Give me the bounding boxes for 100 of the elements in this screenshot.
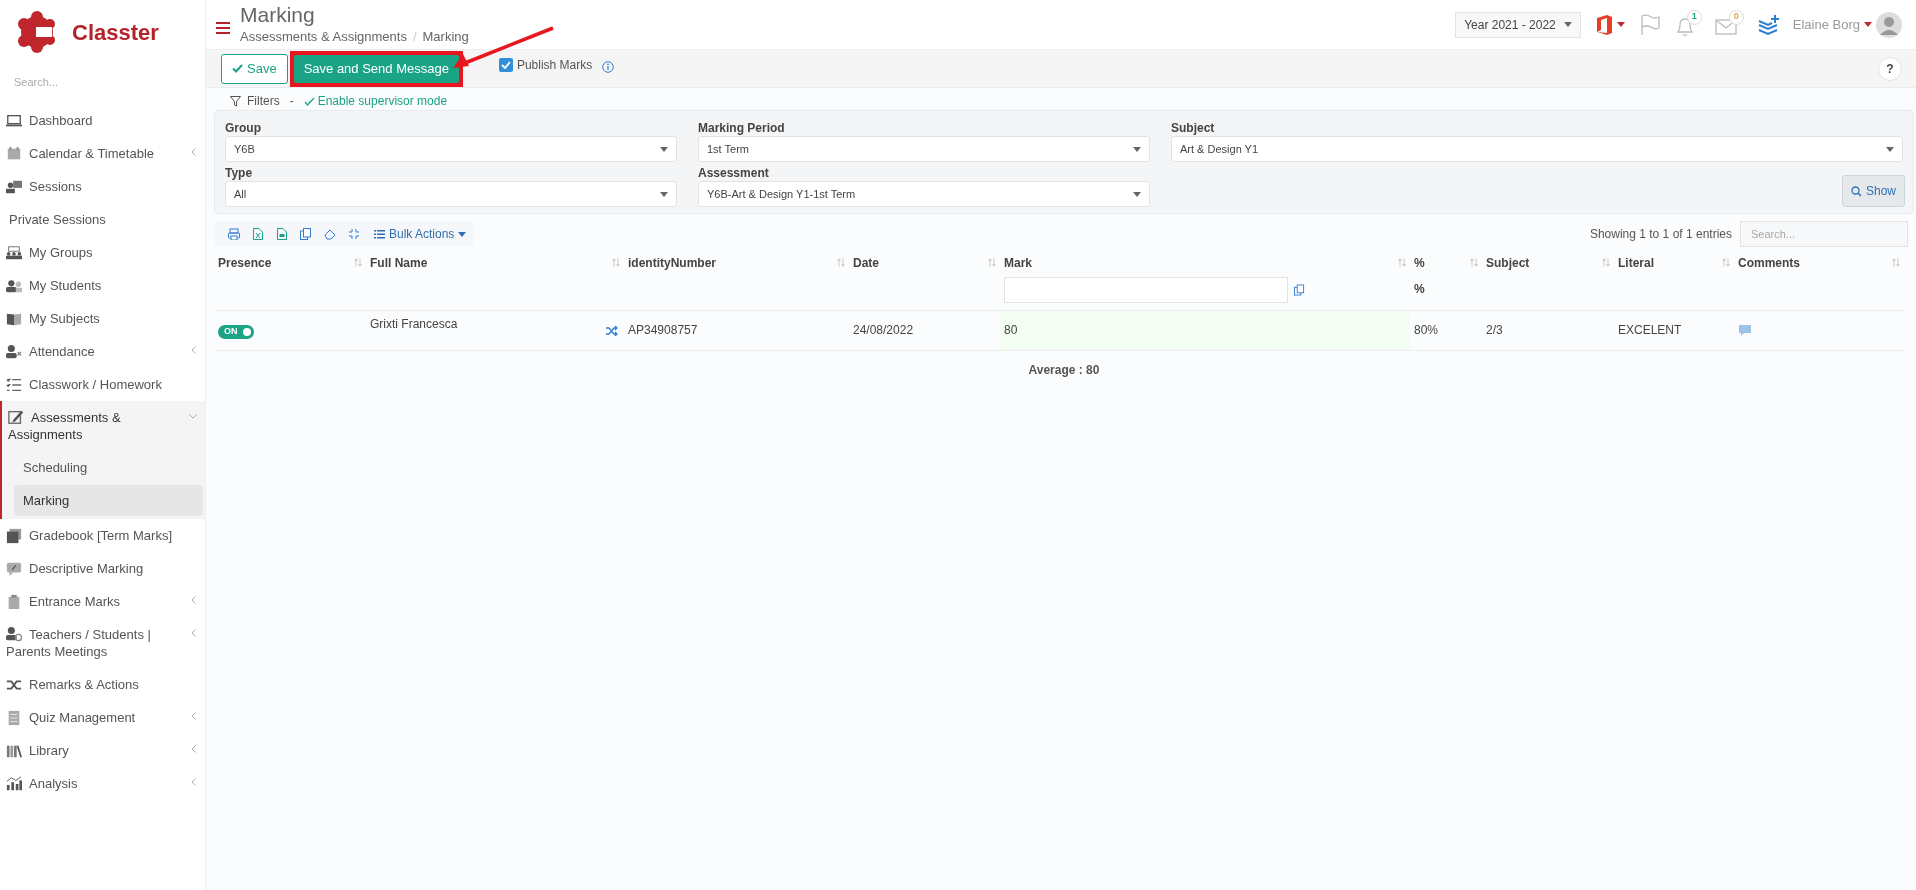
sidebar-item[interactable]: Quiz Management (0, 701, 205, 734)
select-field[interactable]: Y6B-Art & Design Y1-1st Term (698, 181, 1150, 207)
table-cell: EXCELENT (1618, 323, 1682, 337)
column-header[interactable]: Literal (1618, 256, 1654, 270)
sidebar-item[interactable]: Analysis (0, 767, 205, 800)
breadcrumb-link[interactable]: Marking (422, 26, 469, 47)
show-button[interactable]: Show (1841, 175, 1905, 207)
caret-icon (458, 231, 467, 237)
menu-icon[interactable] (216, 21, 230, 34)
separator: - (289, 93, 294, 110)
eraser-icon[interactable] (324, 228, 336, 240)
breadcrumb-link[interactable]: Assessments & Assignments (240, 26, 407, 47)
group-icon (6, 245, 22, 261)
copy-icon[interactable] (300, 228, 312, 240)
sidebar-item[interactable]: Descriptive Marking (0, 552, 205, 585)
column-header[interactable]: Comments (1738, 256, 1800, 270)
sidebar-item[interactable]: Private Sessions (0, 203, 205, 236)
pdf-file-icon[interactable] (276, 228, 288, 240)
check-icon (500, 60, 511, 69)
help-button[interactable]: ? (1878, 56, 1902, 81)
user-cross-icon (6, 344, 22, 360)
sort-icon[interactable] (1470, 258, 1478, 267)
filter-icon (230, 95, 241, 107)
office-icon[interactable] (1594, 13, 1613, 36)
sidebar-item[interactable]: Calendar & Timetable (0, 137, 205, 170)
publish-marks-label: Publish Marks (516, 56, 593, 74)
breadcrumb-separator: / (412, 27, 417, 46)
chevron-down-icon (189, 414, 197, 419)
sidebar-item[interactable]: My Groups (0, 236, 205, 269)
avatar-icon[interactable] (1876, 11, 1902, 38)
chart-icon (6, 776, 22, 792)
page-title: Marking (240, 2, 316, 27)
sidebar-item[interactable]: Sessions (0, 170, 205, 203)
sort-icon[interactable] (1398, 258, 1406, 267)
compress-icon[interactable] (348, 228, 360, 240)
books-icon (6, 528, 22, 544)
sidebar-item[interactable]: Remarks & Actions (0, 668, 205, 701)
table-search-field[interactable]: Search... (1740, 221, 1908, 247)
chevron-left-icon (191, 778, 196, 786)
checkbox[interactable] (498, 57, 513, 72)
select-field[interactable]: Y6B (225, 136, 677, 162)
column-header[interactable]: Date (853, 256, 879, 270)
message-count: 0 (1728, 9, 1744, 25)
column-header[interactable]: Presence (218, 256, 272, 270)
submenu-item[interactable]: Marking (14, 484, 203, 516)
sidebar-item[interactable]: Teachers / Students | Parents Meetings (0, 618, 205, 668)
select-field[interactable]: 1st Term (698, 136, 1150, 162)
flag-icon[interactable] (1638, 13, 1661, 36)
check-icon (303, 96, 315, 106)
list-icon (6, 710, 22, 726)
bell-icon[interactable] (1674, 15, 1695, 38)
caret-icon (660, 146, 668, 152)
laptop-icon (6, 113, 22, 129)
column-header[interactable]: identityNumber (628, 256, 716, 270)
sidebar-item[interactable]: Dashboard (0, 104, 205, 137)
column-header[interactable]: Mark (1004, 256, 1032, 270)
chevron-left-icon (191, 596, 196, 604)
caret-icon (660, 191, 668, 197)
sidebar-item[interactable]: Gradebook [Term Marks] (0, 519, 205, 552)
column-header[interactable]: % (1414, 256, 1425, 270)
column-header[interactable]: Subject (1486, 256, 1530, 270)
sort-icon[interactable] (612, 258, 620, 267)
select-field[interactable]: Art & Design Y1 (1171, 136, 1903, 162)
sort-icon[interactable] (1722, 258, 1730, 267)
sort-icon[interactable] (1892, 258, 1900, 267)
layers-icon[interactable] (1756, 13, 1779, 36)
print-icon[interactable] (228, 228, 240, 240)
sort-icon[interactable] (354, 258, 362, 267)
shuffle-icon[interactable] (606, 325, 618, 336)
sidebar-item[interactable]: My Students (0, 269, 205, 302)
caret-icon (1133, 146, 1141, 152)
field-label: Subject (1171, 120, 1216, 136)
sort-icon[interactable] (988, 258, 996, 267)
year-dropdown[interactable]: Year 2021 - 2022 (1455, 11, 1581, 38)
submenu-item[interactable]: Scheduling (14, 452, 203, 484)
mark-cell[interactable]: 80 (1004, 323, 1018, 337)
mark-filter-field[interactable] (1004, 277, 1288, 303)
sidebar-item[interactable]: My Subjects (0, 302, 205, 335)
sort-icon[interactable] (837, 258, 845, 267)
sidebar-item[interactable]: Classwork / Homework (0, 368, 205, 401)
caret-icon (1133, 191, 1141, 197)
brand-name: Classter (72, 18, 159, 47)
sidebar-item[interactable]: Assessments & Assignments (2, 401, 205, 451)
column-header[interactable]: Full Name (370, 256, 428, 270)
book-icon (6, 311, 22, 327)
select-field[interactable]: All (225, 181, 677, 207)
comment-icon[interactable] (1738, 323, 1752, 337)
info-icon[interactable] (602, 60, 615, 73)
field-label: Assessment (698, 165, 770, 181)
bulk-actions-button[interactable]: Bulk Actions (374, 225, 467, 243)
search-field[interactable]: Search... (14, 70, 184, 94)
excel-file-icon[interactable] (252, 228, 264, 240)
envelope-icon[interactable] (1714, 18, 1737, 35)
sort-icon[interactable] (1602, 258, 1610, 267)
copy-icon[interactable] (1294, 284, 1305, 296)
caret-icon[interactable] (1616, 22, 1625, 27)
column-subheader: % (1414, 281, 1426, 298)
sidebar-item[interactable]: Attendance (0, 335, 205, 368)
sidebar-item[interactable]: Entrance Marks (0, 585, 205, 618)
sidebar-item[interactable]: Library (0, 734, 205, 767)
